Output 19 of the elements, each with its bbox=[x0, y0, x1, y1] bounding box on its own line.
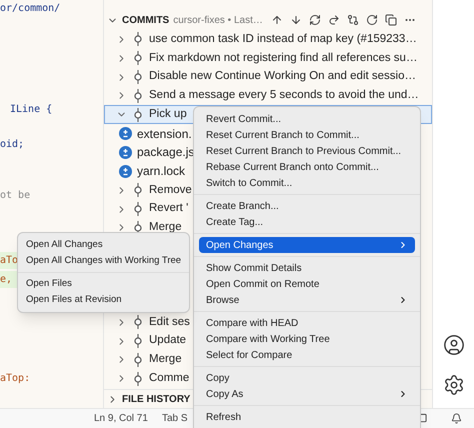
commit-message: Pick up bbox=[149, 107, 187, 122]
commit-message: Merge bbox=[149, 220, 182, 236]
commit-message: Send a message every 5 seconds to avoid the und… bbox=[149, 88, 419, 104]
code-line: oid; bbox=[0, 139, 24, 150]
code-line: aTop: bbox=[0, 373, 30, 384]
branch-label: cursor-fixes • Last… bbox=[173, 14, 263, 28]
commit-message: use common task ID instead of map key (#159233… bbox=[149, 32, 417, 47]
commit-message: Fix markdown not registering find all references su… bbox=[149, 50, 418, 66]
code-line: or/common/ bbox=[0, 3, 60, 14]
section-title: COMMITS bbox=[122, 14, 170, 28]
commit-message: Revert ' bbox=[149, 201, 188, 216]
commit-message: Update bbox=[149, 333, 186, 348]
code-line: ot be bbox=[0, 190, 30, 201]
commit-message: Remove bbox=[149, 182, 192, 198]
commit-message: Disable new Continue Working On and edit sessio… bbox=[149, 69, 416, 84]
commit-message: Merge bbox=[149, 352, 182, 368]
commit-message: Comme bbox=[149, 371, 190, 386]
code-line: ILine { bbox=[10, 104, 52, 115]
commit-message: Edit ses bbox=[149, 314, 190, 330]
